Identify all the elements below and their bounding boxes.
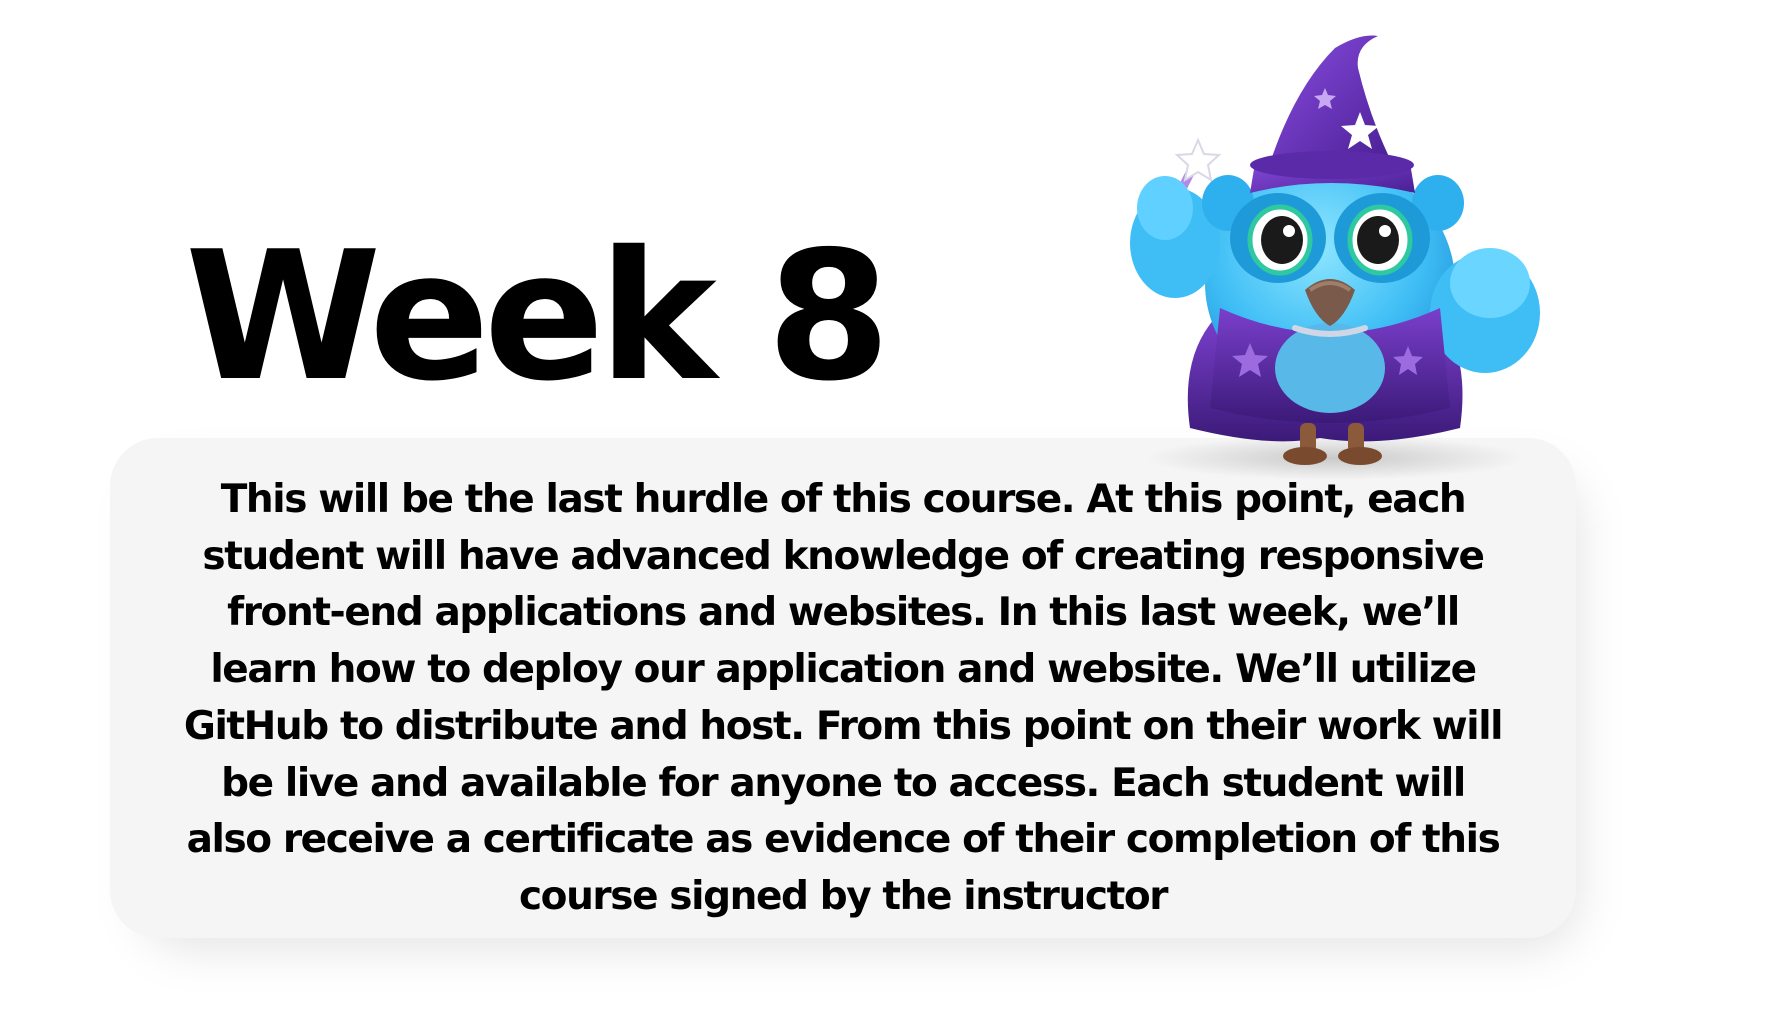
wizard-owl-mascot-icon bbox=[1120, 28, 1540, 488]
description-text: This will be the last hurdle of this cou… bbox=[183, 477, 1504, 919]
week-title: Week 8 bbox=[185, 213, 891, 420]
description-card: This will be the last hurdle of this cou… bbox=[110, 438, 1576, 938]
